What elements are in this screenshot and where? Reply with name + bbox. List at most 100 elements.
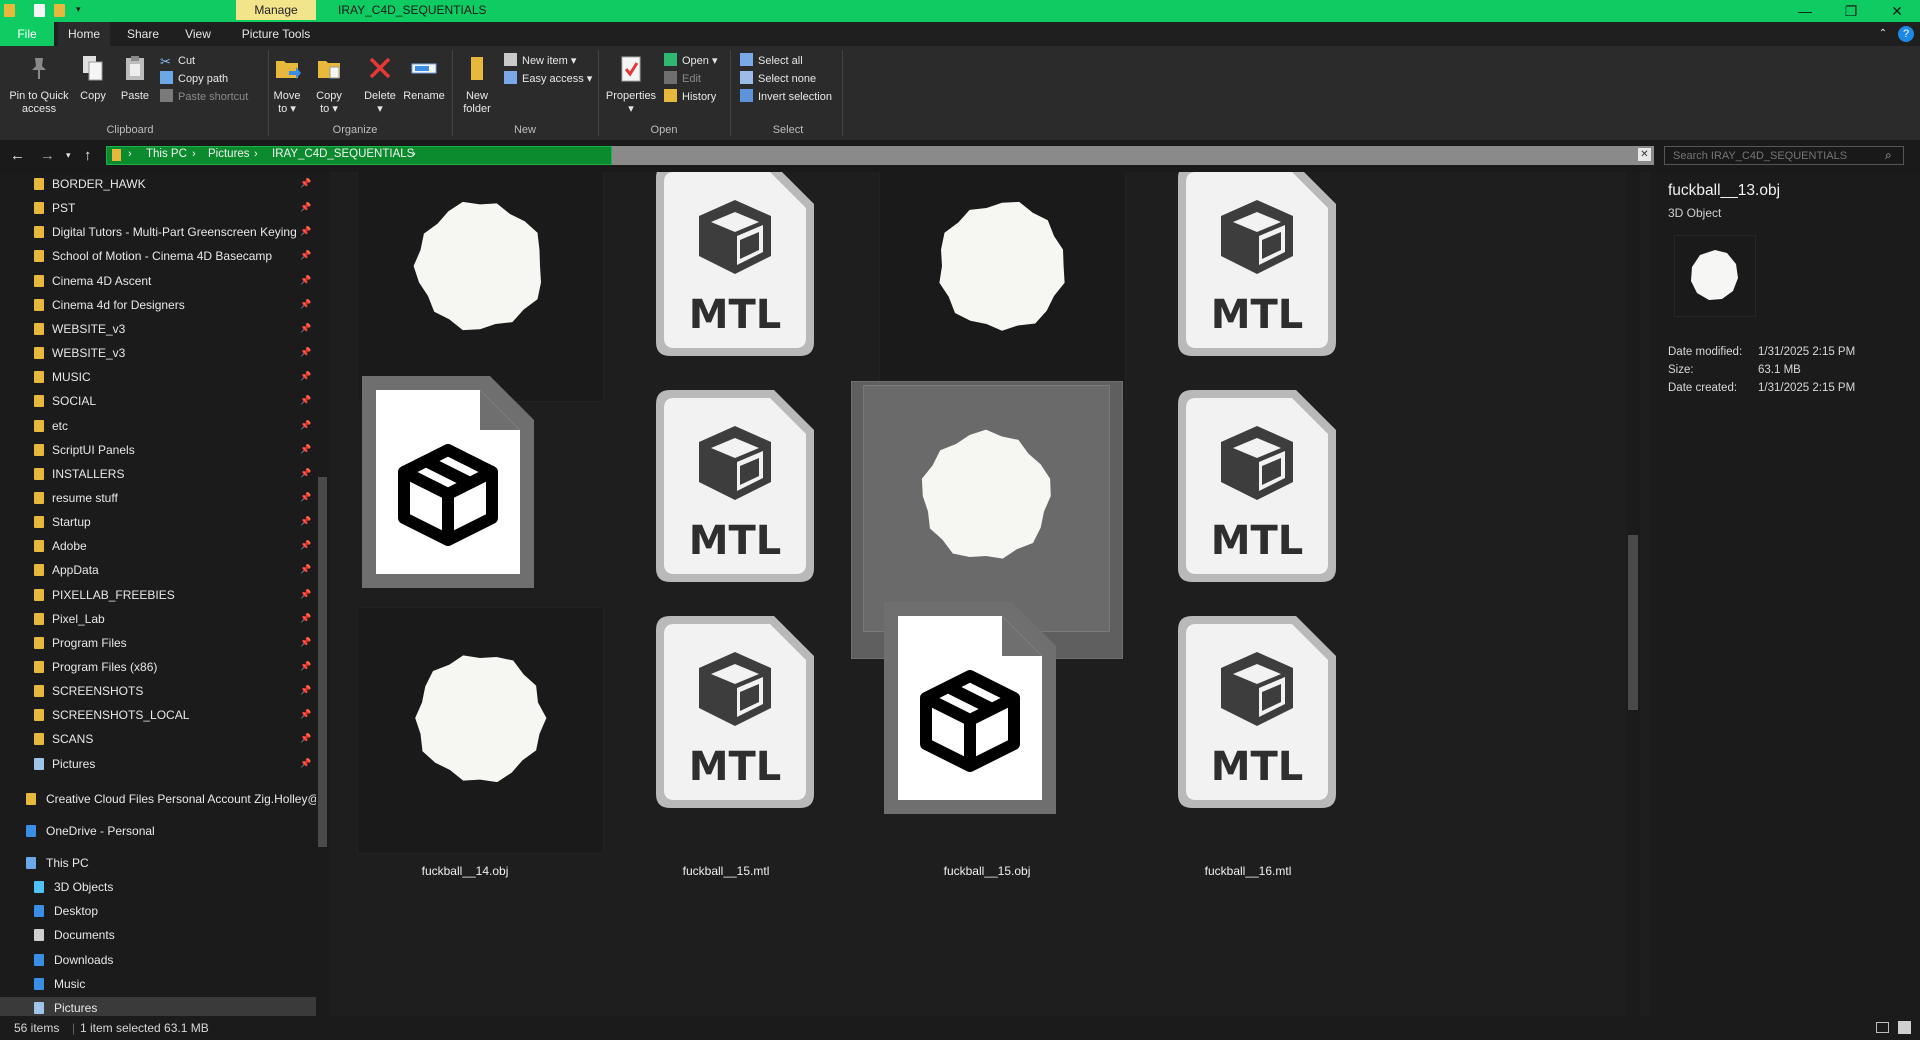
nav-item-pc-documents[interactable]: Documents (0, 924, 318, 946)
address-bar[interactable]: › This PC › Pictures › IRAY_C4D_SEQUENTI… (106, 146, 1654, 165)
file-tile[interactable]: MTL fuckball__15.mtl (591, 608, 861, 884)
search-input[interactable] (1671, 149, 1875, 163)
pin-icon[interactable]: 📌 (300, 366, 311, 388)
file-tile[interactable]: fuckball__15.obj (852, 602, 1122, 884)
pin-to-quick-access-button[interactable]: Pin to Quick access (4, 54, 74, 116)
pin-icon[interactable]: 📌 (300, 197, 311, 219)
large-icons-view-icon[interactable] (1898, 1021, 1911, 1034)
nav-item-border-hawk[interactable]: BORDER_HAWK 📌 (0, 173, 318, 195)
file-tile[interactable]: fuckball__14.obj (330, 608, 603, 884)
new-item-button[interactable]: New item ▾ (504, 52, 576, 70)
nav-item-pixellab-freebies[interactable]: PIXELLAB_FREEBIES 📌 (0, 584, 318, 606)
pin-icon[interactable]: 📌 (300, 559, 311, 581)
nav-item-pst[interactable]: PST 📌 (0, 197, 318, 219)
properties-button[interactable]: Properties ▾ (602, 54, 660, 116)
pin-icon[interactable]: 📌 (300, 680, 311, 702)
nav-item-screenshots[interactable]: SCREENSHOTS 📌 (0, 680, 318, 702)
nav-item-digital-tutors-multi-part-greenscreen-keying[interactable]: Digital Tutors - Multi-Part Greenscreen … (0, 221, 318, 243)
pin-icon[interactable]: 📌 (300, 173, 311, 195)
pin-icon[interactable]: 📌 (300, 704, 311, 726)
breadcrumb-this-pc[interactable]: This PC (146, 148, 187, 160)
edit-button[interactable]: Edit (664, 70, 701, 88)
pin-icon[interactable]: 📌 (300, 728, 311, 750)
close-button[interactable]: ✕ (1874, 0, 1920, 22)
pin-icon[interactable]: 📌 (300, 463, 311, 485)
collapse-ribbon-icon[interactable]: ⌃ (1876, 22, 1890, 46)
recent-locations-chevron-icon[interactable]: ▾ (66, 150, 71, 161)
minimize-button[interactable]: — (1782, 0, 1828, 22)
nav-item-pc-music[interactable]: Music (0, 973, 318, 995)
nav-item-etc[interactable]: etc 📌 (0, 415, 318, 437)
rename-button[interactable]: Rename (402, 54, 446, 103)
nav-item-program-files[interactable]: Program Files 📌 (0, 632, 318, 654)
history-button[interactable]: History (664, 88, 716, 106)
nav-item-scans[interactable]: SCANS 📌 (0, 728, 318, 750)
pin-icon[interactable]: 📌 (300, 294, 311, 316)
tab-share[interactable]: Share (118, 22, 168, 46)
select-all-button[interactable]: Select all (740, 52, 803, 70)
pin-icon[interactable]: 📌 (300, 415, 311, 437)
nav-item-onedrive[interactable]: OneDrive - Personal (0, 820, 318, 842)
nav-item-startup[interactable]: Startup 📌 (0, 511, 318, 533)
details-view-icon[interactable] (1876, 1022, 1889, 1033)
file-tile[interactable]: MTL fuckball__16.mtl (1113, 608, 1383, 884)
nav-item-screenshots-local[interactable]: SCREENSHOTS_LOCAL 📌 (0, 704, 318, 726)
nav-item-this-pc[interactable]: This PC (0, 852, 318, 874)
file-view-scrollbar-thumb[interactable] (1628, 535, 1638, 710)
nav-item-school-of-motion-cinema-4d-basecamp[interactable]: School of Motion - Cinema 4D Basecamp 📌 (0, 245, 318, 267)
nav-item-pc-downloads[interactable]: Downloads (0, 949, 318, 971)
forward-arrow-icon[interactable]: → (40, 147, 55, 164)
search-icon[interactable]: ⌕ (1885, 148, 1892, 163)
pin-icon[interactable]: 📌 (300, 318, 311, 340)
cut-button[interactable]: ✂ Cut (160, 52, 195, 70)
manage-tab[interactable]: Manage (236, 0, 316, 20)
paste-shortcut-button[interactable]: Paste shortcut (160, 88, 248, 106)
nav-item-resume-stuff[interactable]: resume stuff 📌 (0, 487, 318, 509)
invert-selection-button[interactable]: Invert selection (740, 88, 832, 106)
nav-item-scriptui-panels[interactable]: ScriptUI Panels 📌 (0, 439, 318, 461)
pin-icon[interactable]: 📌 (300, 656, 311, 678)
nav-item-cinema-4d-ascent[interactable]: Cinema 4D Ascent 📌 (0, 270, 318, 292)
breadcrumb-current-folder[interactable]: IRAY_C4D_SEQUENTIALS (272, 148, 414, 160)
nav-item-pc-3d-objects[interactable]: 3D Objects (0, 876, 318, 898)
new-folder-icon[interactable] (54, 4, 65, 17)
open-button[interactable]: Open ▾ (664, 52, 718, 70)
nav-item-creative-cloud[interactable]: Creative Cloud Files Personal Account Zi… (0, 788, 320, 810)
nav-item-pc-desktop[interactable]: Desktop (0, 900, 318, 922)
pin-icon[interactable]: 📌 (300, 270, 311, 292)
select-none-button[interactable]: Select none (740, 70, 816, 88)
pin-icon[interactable]: 📌 (300, 390, 311, 412)
up-arrow-icon[interactable]: ↑ (84, 147, 92, 164)
breadcrumb-pictures[interactable]: Pictures (208, 148, 250, 160)
pin-icon[interactable]: 📌 (300, 245, 311, 267)
pin-icon[interactable]: 📌 (300, 608, 311, 630)
tab-file[interactable]: File (0, 22, 54, 46)
delete-button[interactable]: Delete ▾ (360, 54, 400, 116)
tab-view[interactable]: View (174, 22, 222, 46)
customize-toolbar-icon[interactable]: ▾ (76, 4, 84, 17)
copy-path-button[interactable]: Copy path (160, 70, 228, 88)
pin-icon[interactable]: 📌 (300, 511, 311, 533)
easy-access-button[interactable]: Easy access ▾ (504, 70, 592, 88)
nav-item-pictures[interactable]: Pictures 📌 (0, 753, 318, 775)
nav-scrollbar-thumb[interactable] (318, 477, 327, 847)
nav-item-music[interactable]: MUSIC 📌 (0, 366, 318, 388)
nav-item-adobe[interactable]: Adobe 📌 (0, 535, 318, 557)
close-icon[interactable]: ✕ (1638, 148, 1651, 161)
nav-item-installers[interactable]: INSTALLERS 📌 (0, 463, 318, 485)
pin-icon[interactable]: 📌 (300, 535, 311, 557)
move-to-button[interactable]: Move to ▾ (270, 54, 304, 116)
nav-item-social[interactable]: SOCIAL 📌 (0, 390, 318, 412)
pin-icon[interactable]: 📌 (300, 487, 311, 509)
nav-item-website-v3[interactable]: WEBSITE_v3 📌 (0, 342, 318, 364)
back-arrow-icon[interactable]: ← (10, 147, 25, 164)
nav-item-cinema-4d-for-designers[interactable]: Cinema 4d for Designers 📌 (0, 294, 318, 316)
properties-icon[interactable] (34, 4, 45, 17)
new-folder-button[interactable]: New folder (458, 54, 496, 116)
tab-picture-tools[interactable]: Picture Tools (232, 22, 320, 46)
tab-home[interactable]: Home (58, 22, 110, 46)
copy-button[interactable]: Copy (78, 54, 108, 103)
maximize-button[interactable]: ❐ (1828, 0, 1874, 22)
pin-icon[interactable]: 📌 (300, 439, 311, 461)
pin-icon[interactable]: 📌 (300, 584, 311, 606)
